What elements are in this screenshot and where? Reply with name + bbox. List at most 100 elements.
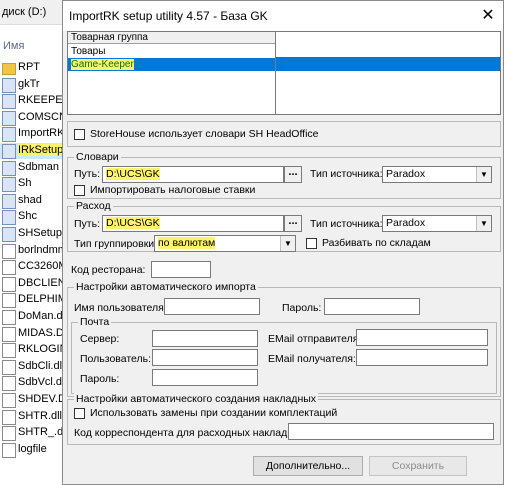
file-list-item[interactable]: gkTr [0, 77, 62, 93]
file-list-item[interactable]: DELPHIMM [0, 292, 62, 309]
dict-source-value: Paradox [386, 168, 426, 180]
expense-source-label: Тип источника: [310, 218, 383, 230]
chevron-down-icon: ▼ [476, 216, 491, 231]
import-password-input[interactable] [324, 298, 420, 315]
mail-password-label: Пароль: [80, 373, 120, 385]
grid-row[interactable]: Товары [68, 45, 275, 58]
file-list-item[interactable]: MIDAS.DL [0, 326, 62, 342]
file-list-item[interactable]: SdbCli.dll [0, 359, 62, 375]
file-name: SHDEV.DL [18, 393, 62, 405]
split-warehouses-checkbox[interactable] [306, 238, 317, 249]
chevron-down-icon: ▼ [280, 236, 295, 251]
expense-path-input[interactable]: D:\UCS\GK [102, 215, 284, 232]
file-name: borlndmm [18, 243, 62, 256]
use-replacements-checkbox[interactable] [74, 408, 85, 419]
file-list-item[interactable]: IRkSetup [0, 143, 62, 159]
auto-import-title: Настройки автоматического импорта [74, 281, 258, 293]
restaurant-code-input[interactable] [151, 261, 211, 278]
dictionaries-title: Словари [74, 151, 121, 163]
auto-invoice-title: Настройки автоматического создания накла… [74, 393, 319, 405]
file-name: gkTr [18, 77, 40, 90]
app-icon [2, 227, 16, 242]
auto-import-group: Настройки автоматического импорта Имя по… [67, 281, 501, 397]
file-list-item[interactable]: ImportRK [0, 126, 62, 143]
file-list-item[interactable]: DBCLIENT [0, 276, 62, 292]
dict-source-select[interactable]: Paradox ▼ [382, 166, 492, 183]
grid-row-label: Game-Keeper [71, 59, 134, 70]
file-list-item[interactable]: SdbVcl.dll [0, 375, 62, 392]
import-tax-label: Импортировать налоговые ставки [90, 184, 256, 196]
mail-group: Почта Сервер: Пользователь: Пароль: EMai… [71, 316, 497, 394]
dict-path-value: D:\UCS\GK [106, 168, 160, 180]
file-list-item[interactable]: CC3260MT [0, 259, 62, 276]
file-list-item[interactable]: Sdbman [0, 160, 62, 176]
file-icon [2, 393, 16, 408]
expense-path-value: D:\UCS\GK [106, 217, 160, 229]
file-name: DoMan.dll [18, 310, 62, 322]
expense-title: Расход [74, 200, 113, 212]
file-list-item[interactable]: RPT [0, 60, 62, 76]
file-list-item[interactable]: SHTR_.dll [0, 425, 62, 442]
app-icon [2, 94, 16, 110]
file-list-item[interactable]: COMSCN [0, 110, 62, 126]
address-bar[interactable]: диск (D:) [0, 0, 62, 25]
file-name: RKEEPER [18, 94, 62, 107]
file-list-item[interactable]: SHDEV.DL [0, 392, 62, 408]
dictionaries-group: Словари Путь: D:\UCS\GK ... Тип источник… [67, 151, 501, 199]
expense-group: Расход Путь: D:\UCS\GK ... Тип источника… [67, 200, 501, 252]
more-button[interactable]: Дополнительно... [253, 456, 363, 476]
dict-browse-button[interactable]: ... [284, 166, 302, 183]
sh-headoffice-checkbox[interactable] [74, 129, 85, 140]
file-icon [2, 442, 16, 458]
file-name: DELPHIMM [18, 293, 62, 306]
file-name: IRkSetup [18, 144, 62, 156]
sh-headoffice-label: StoreHouse использует словари SH HeadOff… [90, 128, 319, 140]
file-list-item[interactable]: Sh [0, 176, 62, 193]
app-icon [2, 144, 16, 159]
storehouse-group: StoreHouse использует словари SH HeadOff… [67, 121, 501, 147]
file-list-item[interactable]: SHTR.dll [0, 409, 62, 425]
grid-empty-area [272, 31, 501, 115]
file-name: logfile [18, 442, 47, 455]
dict-path-input[interactable]: D:\UCS\GK [102, 166, 284, 183]
mail-sender-input[interactable] [356, 329, 488, 346]
import-user-input[interactable] [164, 298, 260, 315]
column-header-name[interactable]: Имя [3, 40, 24, 52]
file-icon [2, 326, 16, 342]
file-name: COMSCN [18, 110, 62, 123]
file-icon [2, 310, 16, 325]
file-name: Shc [18, 210, 37, 223]
expense-source-select[interactable]: Paradox ▼ [382, 215, 492, 232]
file-list-item[interactable]: logfile [0, 442, 62, 458]
mail-user-input[interactable] [152, 349, 258, 366]
file-list-item[interactable]: RKEEPER [0, 93, 62, 110]
expense-browse-button[interactable]: ... [284, 215, 302, 232]
file-list-item[interactable]: shad [0, 193, 62, 209]
mail-recipient-input[interactable] [356, 349, 488, 366]
file-icon [2, 376, 16, 392]
import-tax-checkbox[interactable] [74, 185, 85, 196]
close-button[interactable]: ✕ [473, 1, 503, 31]
expense-path-label: Путь: [74, 218, 100, 230]
grouping-type-select[interactable]: по валютам ▼ [154, 235, 296, 252]
file-list-item[interactable]: Shc [0, 209, 62, 226]
file-name: Sdbman [18, 160, 59, 173]
file-name: SdbCli.dll [18, 359, 62, 372]
save-button[interactable]: Сохранить [369, 456, 467, 476]
file-name: SdbVcl.dll [18, 376, 62, 389]
dict-path-label: Путь: [74, 168, 100, 180]
correspondent-code-input[interactable] [288, 423, 494, 440]
grid-header[interactable]: Товарная группа [68, 32, 275, 44]
mail-password-input[interactable] [152, 369, 258, 386]
file-name: RPT [18, 61, 40, 73]
product-group-grid[interactable]: Товарная группа Товары Game-Keeper [67, 31, 276, 115]
file-list-item[interactable]: borlndmm [0, 243, 62, 259]
file-list-item[interactable]: SHSetup [0, 226, 62, 242]
file-list-item[interactable]: DoMan.dll [0, 309, 62, 325]
mail-title: Почта [78, 316, 112, 328]
grid-selection-extension [272, 57, 500, 71]
grid-row-selected[interactable]: Game-Keeper [68, 58, 275, 71]
file-list-item[interactable]: RKLOGIN. [0, 342, 62, 359]
import-password-label: Пароль: [282, 302, 322, 314]
mail-server-input[interactable] [152, 330, 258, 347]
